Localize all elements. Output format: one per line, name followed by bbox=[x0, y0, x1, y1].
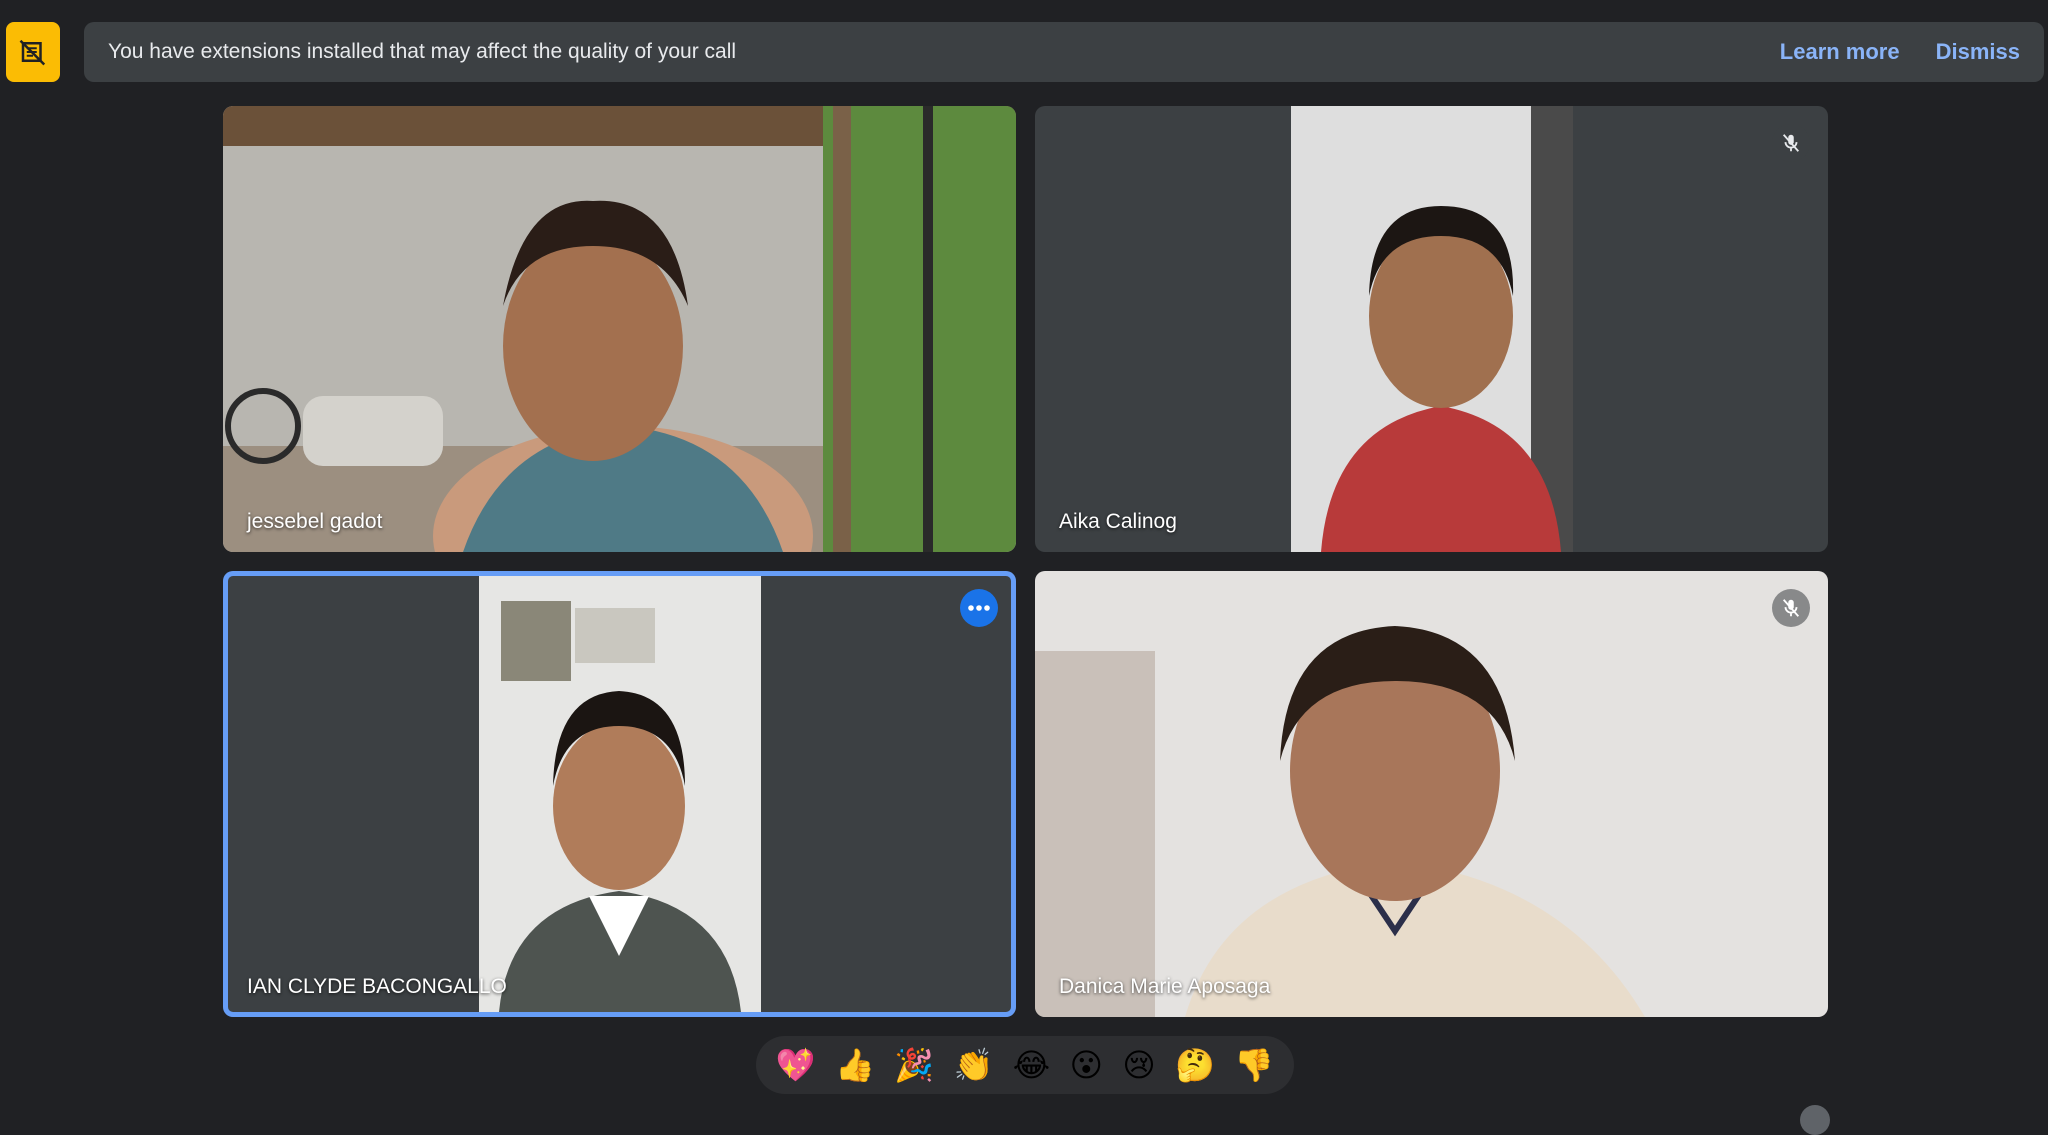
participant-video bbox=[1291, 106, 1573, 552]
participant-name: IAN CLYDE BACONGALLO bbox=[247, 975, 507, 998]
participant-tile[interactable]: Danica Marie Aposaga bbox=[1035, 571, 1828, 1017]
reaction-laughing[interactable]: 😂 bbox=[1013, 1049, 1050, 1081]
reaction-crying[interactable]: 😢 bbox=[1122, 1049, 1155, 1081]
participant-name: jessebel gadot bbox=[247, 510, 383, 533]
participant-video bbox=[223, 106, 1016, 552]
more-options-button[interactable] bbox=[960, 589, 998, 627]
reaction-thinking[interactable]: 🤔 bbox=[1175, 1049, 1215, 1081]
video-frame bbox=[223, 106, 1016, 552]
video-frame bbox=[479, 576, 761, 1012]
extensions-banner: You have extensions installed that may a… bbox=[84, 22, 2044, 82]
participant-name: Aika Calinog bbox=[1059, 510, 1177, 533]
reaction-thumbs-up[interactable]: 👍 bbox=[835, 1049, 875, 1081]
participant-tile[interactable]: jessebel gadot bbox=[223, 106, 1016, 552]
reaction-sparkling-heart[interactable]: 💖 bbox=[776, 1049, 816, 1081]
reaction-thumbs-down[interactable]: 👎 bbox=[1234, 1049, 1274, 1081]
video-frame bbox=[1035, 571, 1828, 1017]
reaction-surprised[interactable]: 😮 bbox=[1070, 1049, 1103, 1081]
reaction-clapping[interactable]: 👏 bbox=[954, 1049, 994, 1081]
reactions-bar: 💖 👍 🎉 👏 😂 😮 😢 🤔 👎 bbox=[756, 1036, 1294, 1094]
participant-name: Danica Marie Aposaga bbox=[1059, 975, 1271, 998]
banner-message: You have extensions installed that may a… bbox=[108, 40, 737, 63]
video-frame bbox=[1291, 106, 1573, 552]
reaction-party-popper[interactable]: 🎉 bbox=[894, 1049, 934, 1081]
more-horiz-icon bbox=[968, 605, 990, 611]
mic-off-icon bbox=[1772, 124, 1810, 162]
participant-tile-active[interactable]: IAN CLYDE BACONGALLO bbox=[223, 571, 1016, 1017]
dismiss-button[interactable]: Dismiss bbox=[1936, 39, 2020, 65]
participant-video bbox=[479, 576, 761, 1012]
mic-off-icon bbox=[1772, 589, 1810, 627]
learn-more-link[interactable]: Learn more bbox=[1780, 39, 1900, 65]
participant-tile[interactable]: Aika Calinog bbox=[1035, 106, 1828, 552]
participant-video bbox=[1035, 571, 1828, 1017]
collapse-icon[interactable] bbox=[1800, 1105, 1830, 1135]
extension-off-icon bbox=[19, 39, 46, 66]
extension-warning-icon[interactable] bbox=[6, 22, 60, 82]
